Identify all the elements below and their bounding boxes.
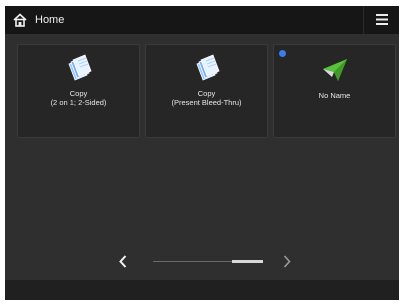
- home-icon[interactable]: [13, 13, 27, 27]
- tile-label-line2: (Present Bleed-Thru): [171, 98, 242, 107]
- tile-label: No Name: [318, 91, 351, 100]
- send-icon: [323, 59, 347, 81]
- footer-bar: [5, 280, 399, 300]
- copy-icon: [196, 54, 220, 81]
- chevron-right-icon[interactable]: [283, 255, 291, 268]
- chevron-left-icon[interactable]: [119, 255, 127, 268]
- tile-label-line2: (2 on 1; 2-Sided): [50, 98, 107, 107]
- hamburger-menu-icon: [376, 14, 388, 25]
- header-bar: Home: [5, 6, 399, 34]
- copy-icon: [68, 54, 92, 81]
- tile-label-line1: Copy: [197, 89, 216, 98]
- copy-bleed-thru-tile[interactable]: Copy (Present Bleed-Thru): [145, 44, 268, 138]
- page-thumb[interactable]: [232, 260, 263, 263]
- tile-label-line1: Copy: [69, 89, 88, 98]
- copy-2on1-tile[interactable]: Copy (2 on 1; 2-Sided): [17, 44, 140, 138]
- page-indicator: [115, 252, 295, 272]
- page-title: Home: [35, 14, 65, 26]
- menu-button[interactable]: [363, 6, 399, 34]
- home-screen: Home Copy (2 on 1; 2-Sided) Copy (Presen…: [5, 6, 399, 300]
- no-name-tile[interactable]: No Name: [273, 44, 396, 138]
- status-dot: [279, 50, 286, 57]
